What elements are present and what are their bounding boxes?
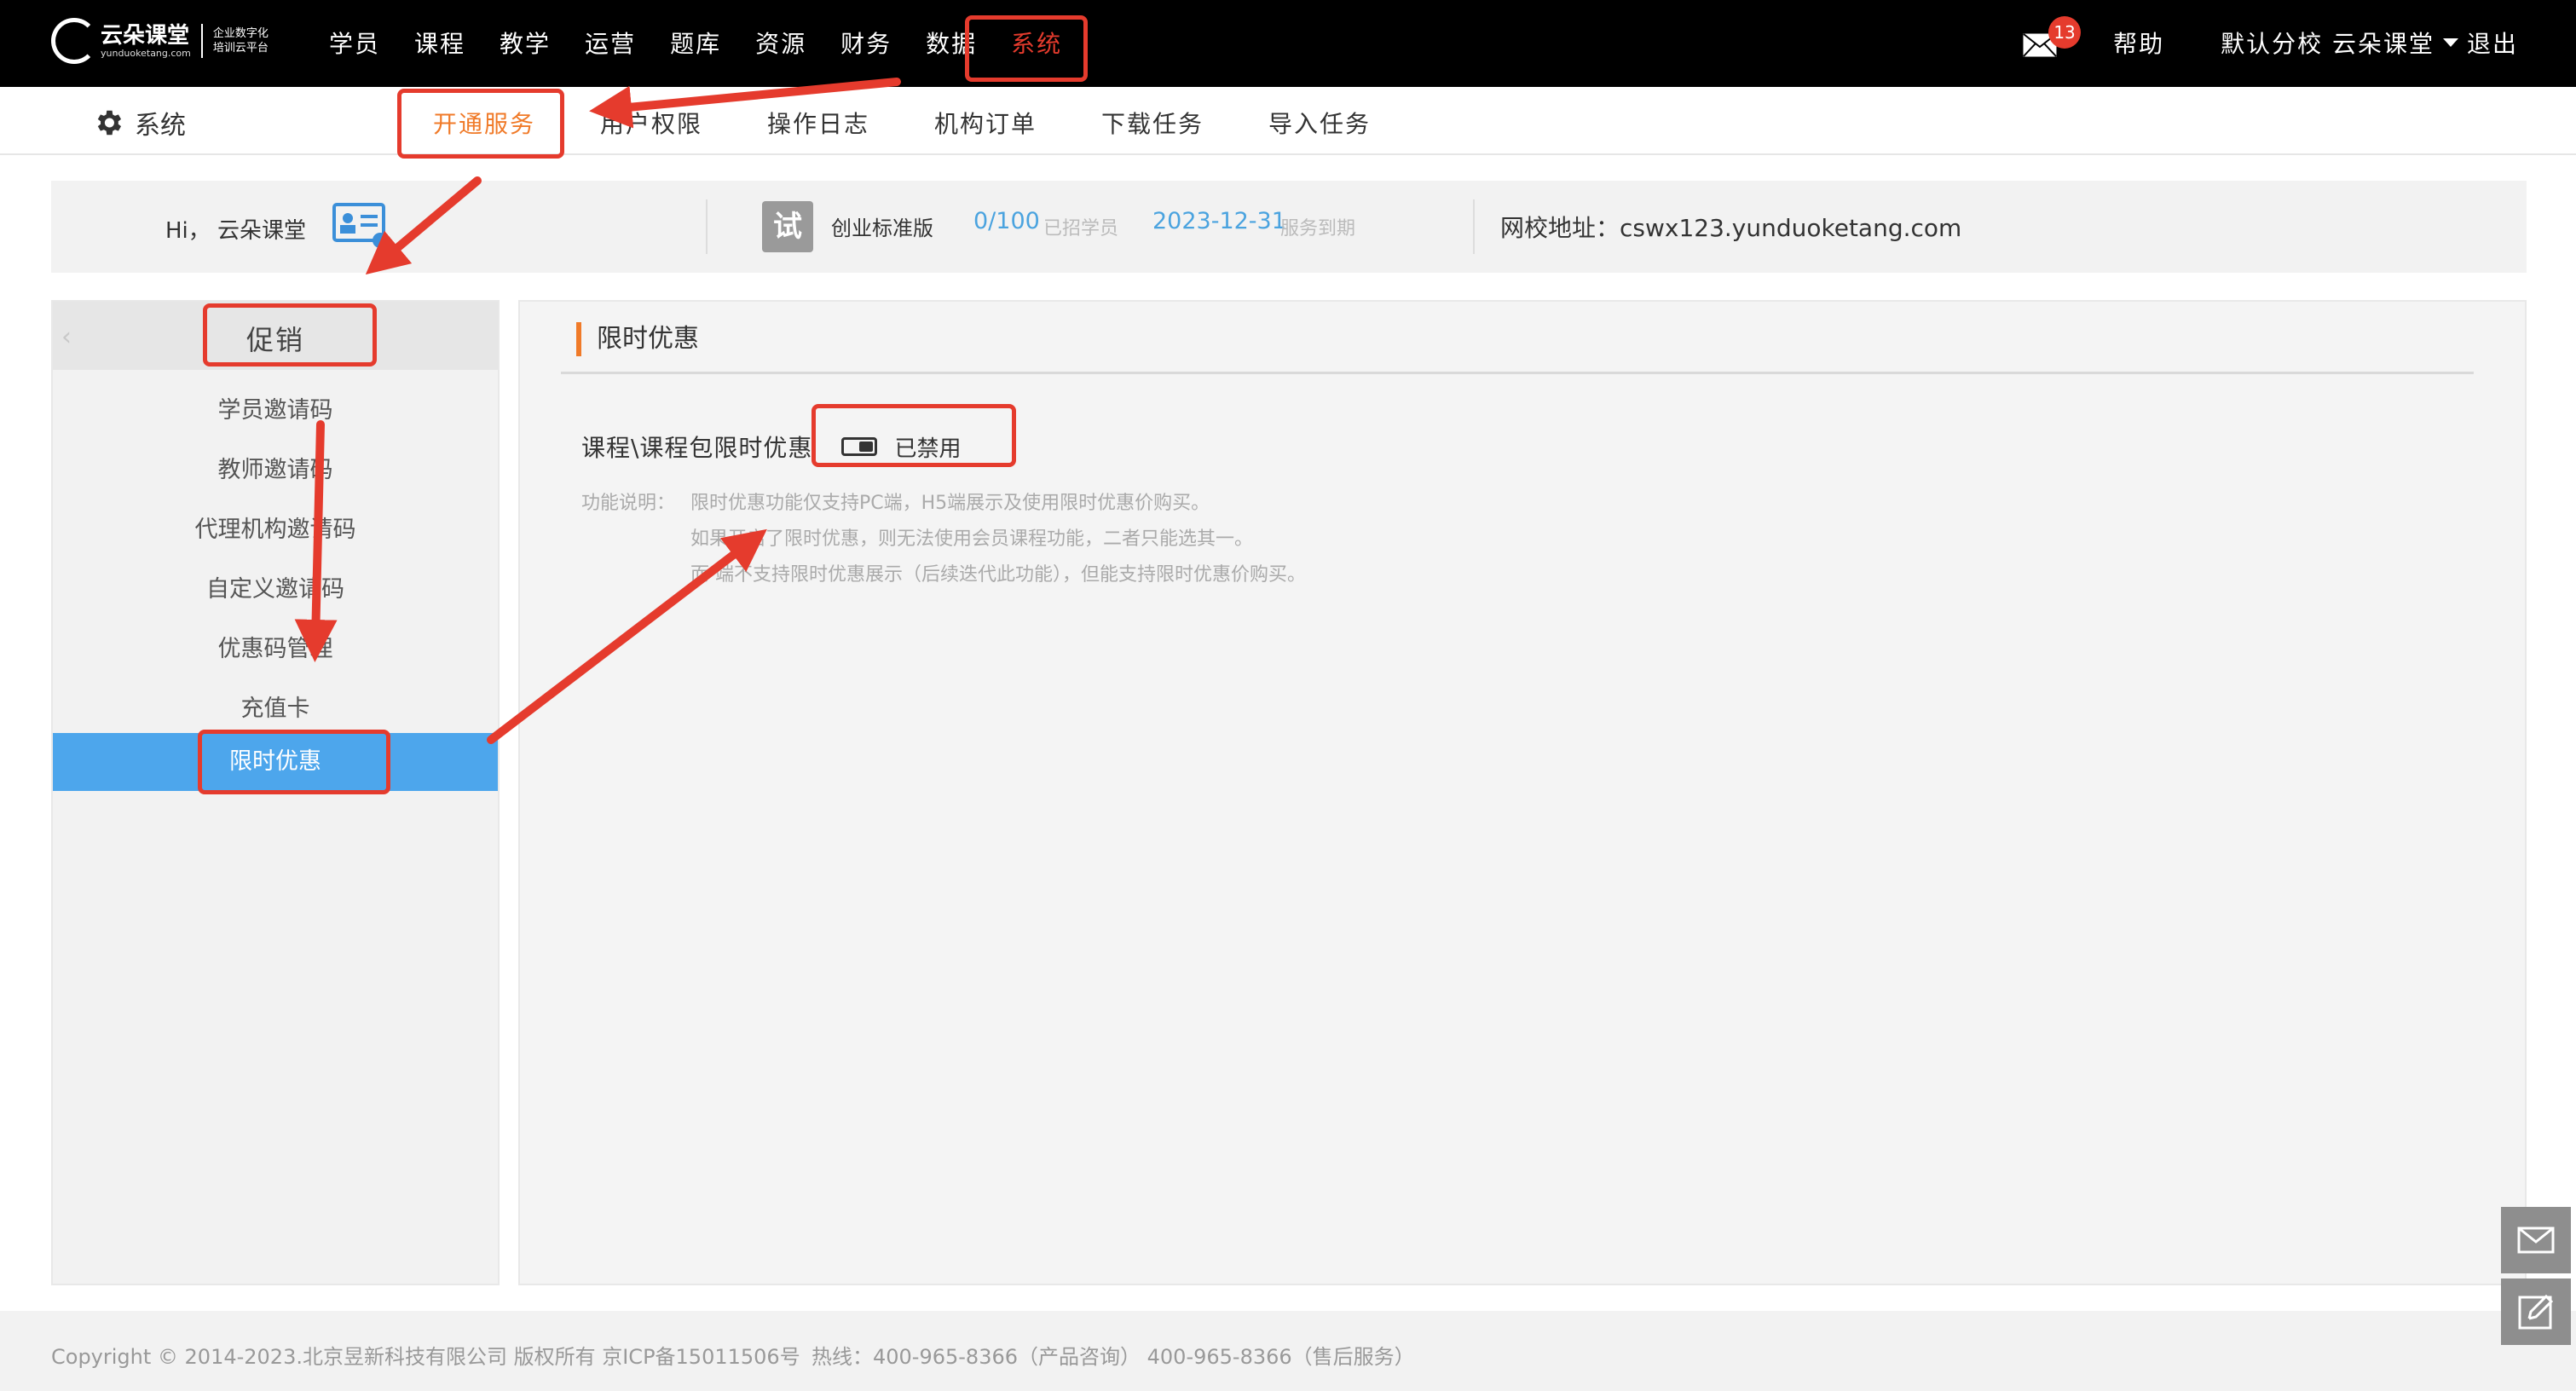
arrow-to-toggle [487, 528, 767, 744]
arrow-down-sidebar [294, 420, 338, 662]
annotation-arrows [294, 78, 901, 744]
arrow-to-open-service [589, 78, 901, 129]
arrow-to-promotion [365, 176, 482, 275]
